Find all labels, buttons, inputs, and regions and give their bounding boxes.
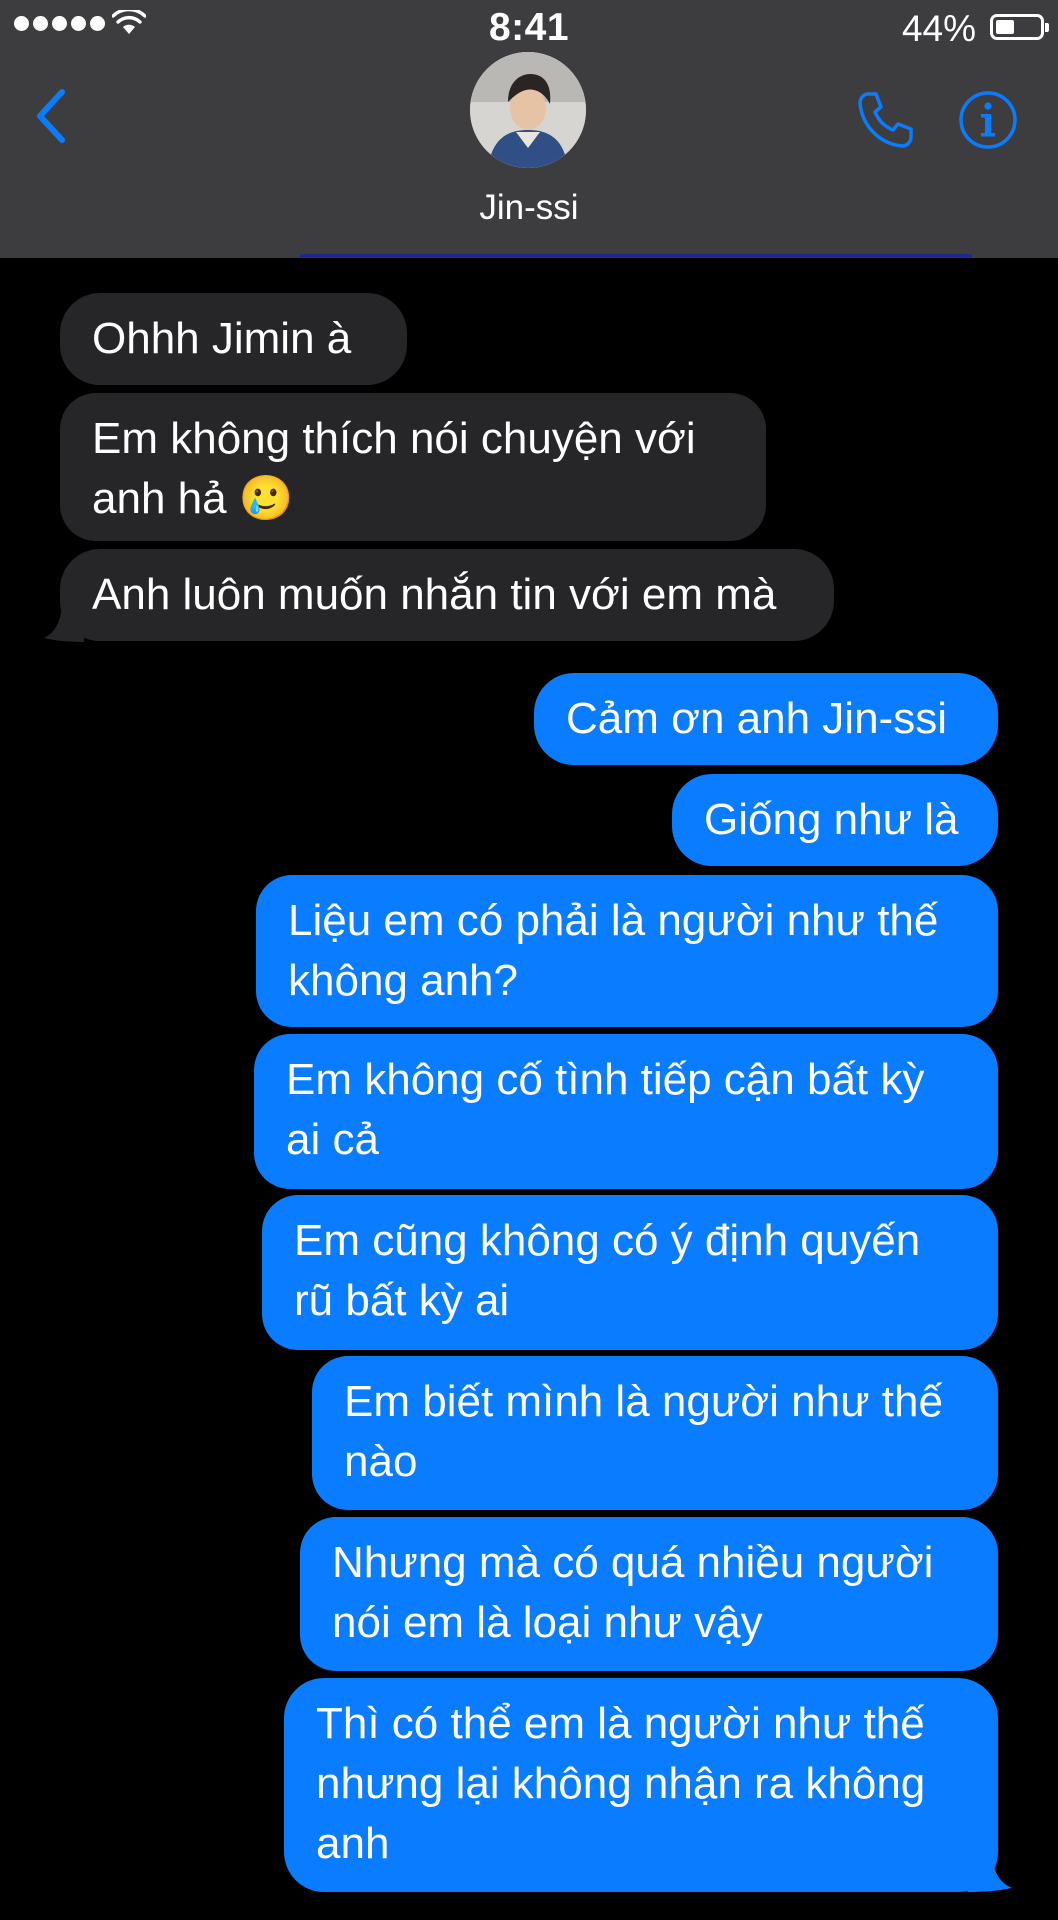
outgoing-bubble-tail (968, 1848, 1012, 1892)
status-bar: 8:41 44% (0, 0, 1058, 58)
battery-icon (990, 14, 1049, 40)
outgoing-message[interactable]: Thì có thể em là người như thế nhưng lại… (284, 1678, 998, 1892)
incoming-message[interactable]: Anh luôn muốn nhắn tin với em mà (60, 549, 834, 641)
battery-percent: 44% (901, 8, 976, 49)
info-icon[interactable] (958, 90, 1018, 150)
incoming-bubble-tail (44, 600, 84, 642)
outgoing-message[interactable]: Giống như là (672, 774, 998, 866)
incoming-message[interactable]: Ohhh Jimin à (60, 293, 407, 385)
avatar[interactable] (470, 52, 586, 168)
avatar-photo (470, 52, 586, 168)
outgoing-message[interactable]: Em biết mình là người như thế nào (312, 1356, 998, 1510)
outgoing-message[interactable]: Nhưng mà có quá nhiều người nói em là lo… (300, 1517, 998, 1671)
outgoing-message[interactable]: Cảm ơn anh Jin-ssi (534, 673, 998, 765)
outgoing-message[interactable]: Liệu em có phải là người như thế không a… (256, 875, 998, 1027)
chevron-left-icon[interactable] (30, 84, 74, 148)
battery-level-fill (996, 20, 1014, 34)
outgoing-message[interactable]: Em cũng không có ý định quyến rũ bất kỳ … (262, 1195, 998, 1350)
conversation-header: 8:41 44% Jin-ssi (0, 0, 1058, 258)
phone-icon[interactable] (854, 88, 916, 150)
contact-name[interactable]: Jin-ssi (0, 188, 1058, 228)
outgoing-message[interactable]: Em không cố tình tiếp cận bất kỳ ai cả (254, 1034, 998, 1189)
incoming-message[interactable]: Em không thích nói chuyện với anh hả 🥲 (60, 393, 766, 541)
status-time: 8:41 (488, 6, 570, 49)
header-divider (300, 254, 972, 258)
